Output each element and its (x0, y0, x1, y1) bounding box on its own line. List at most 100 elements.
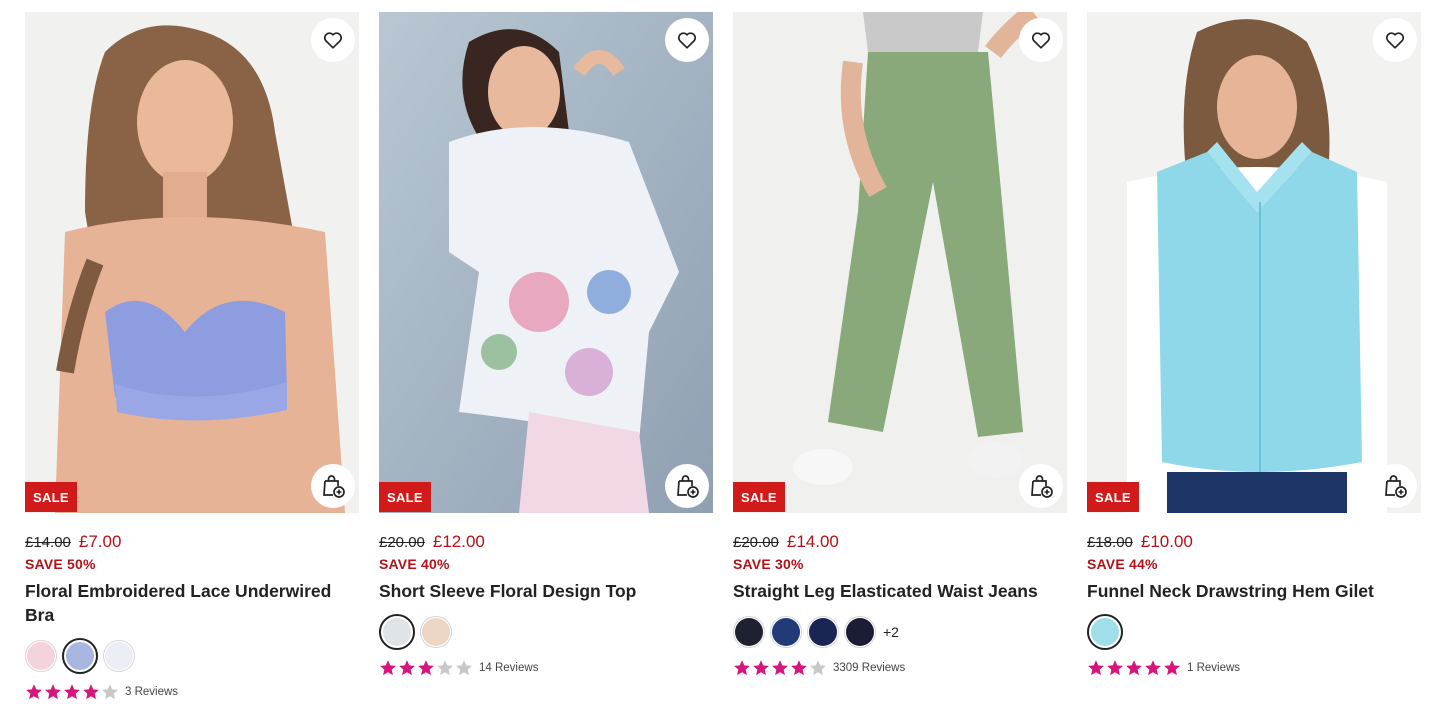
swatch-colour (735, 618, 763, 646)
star-icon (418, 660, 434, 676)
swatch-colour (422, 618, 450, 646)
product-image[interactable]: SALE (25, 12, 359, 513)
wishlist-button[interactable] (1373, 18, 1417, 62)
colour-swatch[interactable] (62, 638, 98, 674)
rating: 14 Reviews (379, 659, 713, 677)
star-icon (1126, 660, 1142, 676)
colour-swatch[interactable] (25, 640, 57, 672)
saving-label: SAVE 30% (733, 556, 804, 572)
sale-badge: SALE (25, 482, 77, 512)
wishlist-button[interactable] (311, 18, 355, 62)
swatch-colour (105, 642, 133, 670)
star-icon (26, 684, 42, 700)
rating-stars (1087, 659, 1181, 677)
star-icon (734, 660, 750, 676)
product-card[interactable]: SALE £18.00 £10.00 SAVE 44% Funnel Neck … (1087, 12, 1421, 677)
star-icon (45, 684, 61, 700)
sale-badge: SALE (1087, 482, 1139, 512)
sale-badge: SALE (733, 482, 785, 512)
product-image[interactable]: SALE (1087, 12, 1421, 513)
original-price: £18.00 (1087, 534, 1133, 551)
original-price: £20.00 (379, 534, 425, 551)
reviews-link[interactable]: 3 Reviews (125, 686, 178, 698)
quick-add-button[interactable] (1373, 464, 1417, 508)
swatch-colour (809, 618, 837, 646)
product-card[interactable]: SALE £20.00 £12.00 SAVE 40% Short Sleeve… (379, 12, 713, 677)
colour-swatch[interactable] (807, 616, 839, 648)
rating-stars (379, 659, 473, 677)
star-icon (380, 660, 396, 676)
colour-swatch[interactable] (103, 640, 135, 672)
product-grid: SALE £14.00 £7.00 SAVE 50% Floral Embroi… (0, 0, 1445, 709)
swatch-colour (846, 618, 874, 646)
wishlist-button[interactable] (665, 18, 709, 62)
price-row: £20.00 £12.00 (379, 532, 713, 552)
star-icon (1164, 660, 1180, 676)
colour-swatch[interactable] (770, 616, 802, 648)
swatch-colour (383, 618, 411, 646)
star-icon (753, 660, 769, 676)
product-title[interactable]: Funnel Neck Drawstring Hem Gilet (1087, 579, 1421, 603)
colour-swatch[interactable] (844, 616, 876, 648)
heart-icon (1031, 32, 1051, 49)
star-icon (810, 660, 826, 676)
reviews-link[interactable]: 3309 Reviews (833, 662, 905, 674)
sale-price: £7.00 (78, 532, 122, 551)
star-icon (1145, 660, 1161, 676)
product-title[interactable]: Short Sleeve Floral Design Top (379, 579, 713, 603)
product-photo-top (379, 12, 713, 513)
saving-label: SAVE 44% (1087, 556, 1158, 572)
product-title[interactable]: Floral Embroidered Lace Underwired Bra (25, 579, 359, 627)
star-icon (1088, 660, 1104, 676)
star-icon (791, 660, 807, 676)
quick-add-button[interactable] (665, 464, 709, 508)
rating-stars (733, 659, 827, 677)
star-icon (437, 660, 453, 676)
star-icon (399, 660, 415, 676)
saving-label: SAVE 40% (379, 556, 450, 572)
product-title[interactable]: Straight Leg Elasticated Waist Jeans (733, 579, 1067, 603)
star-icon (456, 660, 472, 676)
product-card[interactable]: SALE £20.00 £14.00 SAVE 30% Straight Leg… (733, 12, 1067, 677)
price-row: £20.00 £14.00 (733, 532, 1067, 552)
star-icon (64, 684, 80, 700)
star-icon (772, 660, 788, 676)
product-photo-jeans (733, 12, 1067, 513)
swatch-colour (772, 618, 800, 646)
wishlist-button[interactable] (1019, 18, 1063, 62)
original-price: £14.00 (25, 534, 71, 551)
product-image[interactable]: SALE (379, 12, 713, 513)
colour-swatch[interactable] (420, 616, 452, 648)
heart-icon (323, 32, 343, 49)
swatch-colour (1091, 618, 1119, 646)
heart-icon (1385, 32, 1405, 49)
reviews-link[interactable]: 14 Reviews (479, 662, 538, 674)
star-icon (1107, 660, 1123, 676)
bag-add-icon (677, 475, 699, 498)
colour-swatch[interactable] (733, 616, 765, 648)
sale-price: £12.00 (432, 532, 485, 551)
swatch-colour (66, 642, 94, 670)
product-card[interactable]: SALE £14.00 £7.00 SAVE 50% Floral Embroi… (25, 12, 359, 701)
sale-badge: SALE (379, 482, 431, 512)
rating: 3309 Reviews (733, 659, 1067, 677)
product-photo-gilet (1087, 12, 1421, 513)
rating: 3 Reviews (25, 683, 359, 701)
original-price: £20.00 (733, 534, 779, 551)
colour-swatches: +2 (733, 614, 1067, 650)
quick-add-button[interactable] (1019, 464, 1063, 508)
sale-price: £10.00 (1140, 532, 1193, 551)
more-colours-label[interactable]: +2 (883, 624, 899, 640)
sale-price: £14.00 (786, 532, 839, 551)
colour-swatches (379, 614, 713, 650)
heart-icon (677, 32, 697, 49)
bag-add-icon (1031, 475, 1053, 498)
colour-swatch[interactable] (379, 614, 415, 650)
price-row: £18.00 £10.00 (1087, 532, 1421, 552)
colour-swatch[interactable] (1087, 614, 1123, 650)
reviews-link[interactable]: 1 Reviews (1187, 662, 1240, 674)
price-row: £14.00 £7.00 (25, 532, 359, 552)
colour-swatches (25, 638, 359, 674)
product-image[interactable]: SALE (733, 12, 1067, 513)
quick-add-button[interactable] (311, 464, 355, 508)
